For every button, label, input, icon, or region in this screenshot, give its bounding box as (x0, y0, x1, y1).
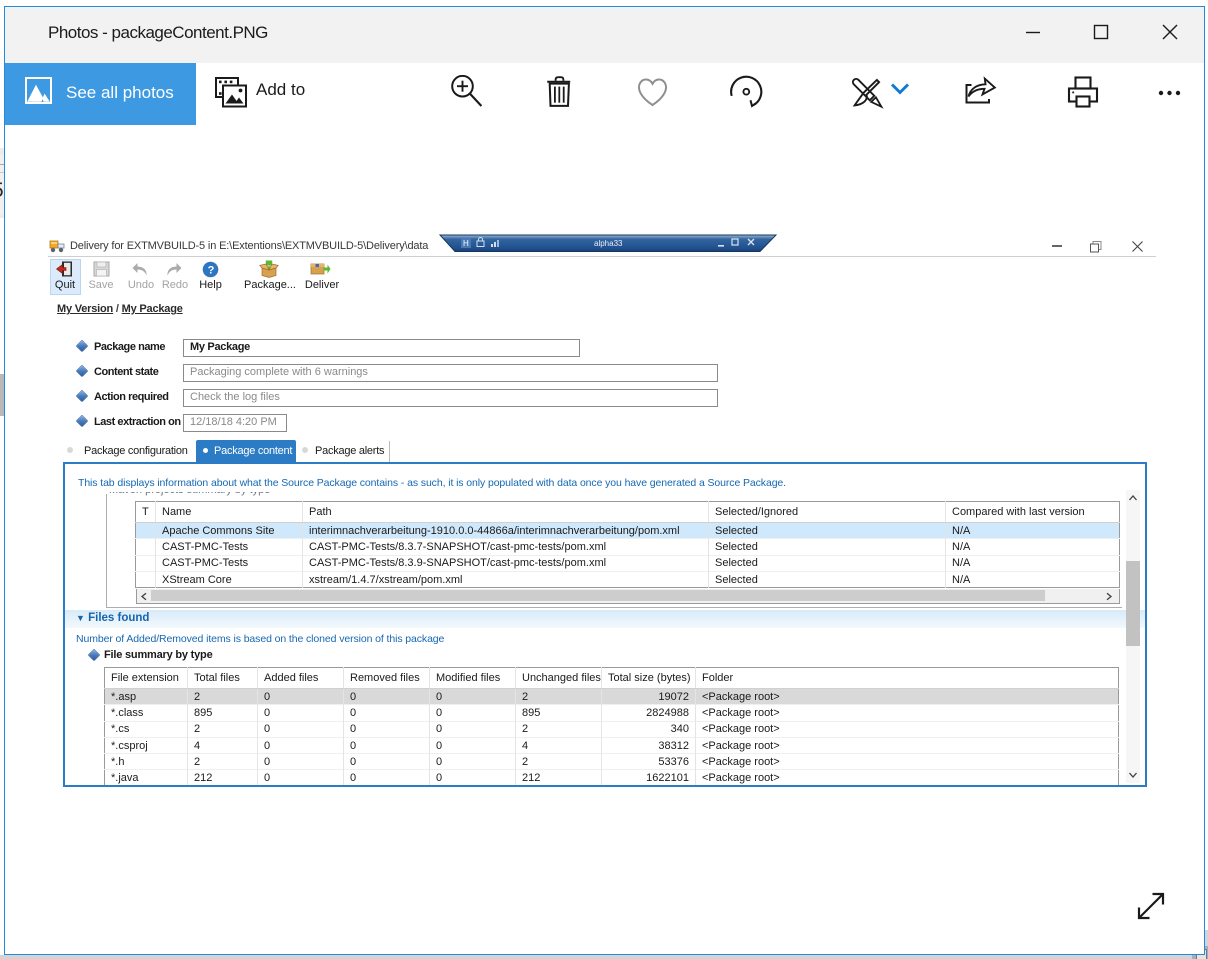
svg-text:alpha33: alpha33 (594, 239, 623, 248)
svg-text:H: H (463, 239, 469, 248)
svg-text:?: ? (208, 265, 215, 277)
